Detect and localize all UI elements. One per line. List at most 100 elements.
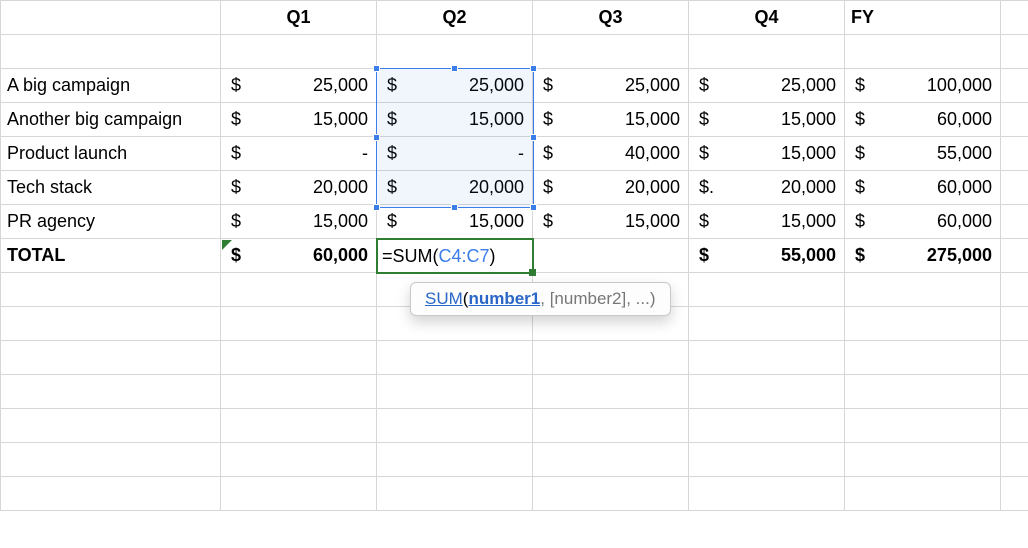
cell-blank[interactable] [845,477,1001,511]
total-q4[interactable]: $55,000 [689,239,845,273]
cell-blank[interactable] [1,1,221,35]
cell-blank[interactable] [1,409,221,443]
cell-blank[interactable] [689,307,845,341]
cell-blank[interactable] [1,375,221,409]
cell-blank[interactable] [377,409,533,443]
cell-blank[interactable] [533,409,689,443]
cell-blank[interactable] [1001,409,1028,443]
cell-blank[interactable] [689,375,845,409]
cell-q3[interactable]: $25,000 [533,69,689,103]
cell-fy[interactable]: $60,000 [845,205,1001,239]
cell-q1[interactable]: $25,000 [221,69,377,103]
cell-blank[interactable] [221,307,377,341]
cell-blank[interactable] [1001,35,1028,69]
cell-q3[interactable]: $15,000 [533,205,689,239]
cell-blank[interactable] [1001,69,1028,103]
cell-blank[interactable] [377,35,533,69]
cell-blank[interactable] [533,477,689,511]
cell-blank[interactable] [689,477,845,511]
header-q1[interactable]: Q1 [221,1,377,35]
cell-blank[interactable] [533,35,689,69]
cell-q1[interactable]: $20,000 [221,171,377,205]
cell-blank[interactable] [845,375,1001,409]
cell-blank[interactable] [1001,1,1028,35]
cell-q2[interactable]: $15,000 [377,205,533,239]
cell-blank[interactable] [221,35,377,69]
cell-blank[interactable] [1001,205,1028,239]
cell-q2[interactable]: $- [377,137,533,171]
cell-blank[interactable] [689,409,845,443]
cell-blank[interactable] [221,477,377,511]
cell-blank[interactable] [1001,137,1028,171]
cell-q1[interactable]: $15,000 [221,205,377,239]
cell-blank[interactable] [1001,103,1028,137]
cell-fy[interactable]: $60,000 [845,103,1001,137]
cell-blank[interactable] [689,35,845,69]
cell-fy[interactable]: $55,000 [845,137,1001,171]
cell-blank[interactable] [221,341,377,375]
cell-q2[interactable]: $20,000 [377,171,533,205]
cell-q1[interactable]: $- [221,137,377,171]
tooltip-function-link[interactable]: SUM [425,289,463,308]
row-label[interactable]: PR agency [1,205,221,239]
cell-blank[interactable] [1001,341,1028,375]
cell-q2[interactable]: $25,000 [377,69,533,103]
error-indicator-icon[interactable] [222,240,232,250]
cell-q1[interactable]: $15,000 [221,103,377,137]
cell-blank[interactable] [1,341,221,375]
cell-blank[interactable] [1001,375,1028,409]
total-fy[interactable]: $275,000 [845,239,1001,273]
formula-input[interactable]: =SUM(C4:C7) [376,238,534,274]
cell-blank[interactable] [1,477,221,511]
cell-blank[interactable] [221,409,377,443]
cell-blank[interactable] [1001,273,1028,307]
row-label[interactable]: Tech stack [1,171,221,205]
cell-blank[interactable] [377,477,533,511]
header-q2[interactable]: Q2 [377,1,533,35]
cell-blank[interactable] [1001,171,1028,205]
header-q4[interactable]: Q4 [689,1,845,35]
cell-q2[interactable]: $15,000 [377,103,533,137]
cell-blank[interactable] [533,341,689,375]
cell-q3[interactable]: $15,000 [533,103,689,137]
header-q3[interactable]: Q3 [533,1,689,35]
cell-q3[interactable]: $20,000 [533,171,689,205]
cell-blank[interactable] [1001,239,1028,273]
row-label[interactable]: Product launch [1,137,221,171]
cell-blank[interactable] [845,35,1001,69]
cell-blank[interactable] [1,35,221,69]
cell-blank[interactable] [845,443,1001,477]
cell-blank[interactable] [1001,443,1028,477]
cell-blank[interactable] [845,307,1001,341]
cell-blank[interactable] [689,443,845,477]
cell-fy[interactable]: $100,000 [845,69,1001,103]
fill-handle-icon[interactable] [529,269,536,276]
cell-blank[interactable] [1001,307,1028,341]
cell-q4[interactable]: $15,000 [689,103,845,137]
total-q3[interactable] [533,239,689,273]
total-q1[interactable]: $60,000 [221,239,377,273]
cell-blank[interactable] [1,443,221,477]
header-fy[interactable]: FY [845,1,1001,35]
cell-blank[interactable] [1,273,221,307]
cell-blank[interactable] [689,341,845,375]
row-label[interactable]: Another big campaign [1,103,221,137]
cell-blank[interactable] [845,409,1001,443]
total-label[interactable]: TOTAL [1,239,221,273]
tooltip-arg-current[interactable]: number1 [468,289,540,308]
cell-q4[interactable]: $.20,000 [689,171,845,205]
cell-blank[interactable] [533,375,689,409]
cell-blank[interactable] [221,273,377,307]
cell-q3[interactable]: $40,000 [533,137,689,171]
cell-blank[interactable] [845,341,1001,375]
cell-blank[interactable] [689,273,845,307]
cell-blank[interactable] [377,341,533,375]
cell-blank[interactable] [533,443,689,477]
cell-blank[interactable] [1,307,221,341]
cell-q4[interactable]: $15,000 [689,137,845,171]
cell-blank[interactable] [221,375,377,409]
cell-q4[interactable]: $15,000 [689,205,845,239]
cell-blank[interactable] [377,375,533,409]
cell-blank[interactable] [377,443,533,477]
row-label[interactable]: A big campaign [1,69,221,103]
